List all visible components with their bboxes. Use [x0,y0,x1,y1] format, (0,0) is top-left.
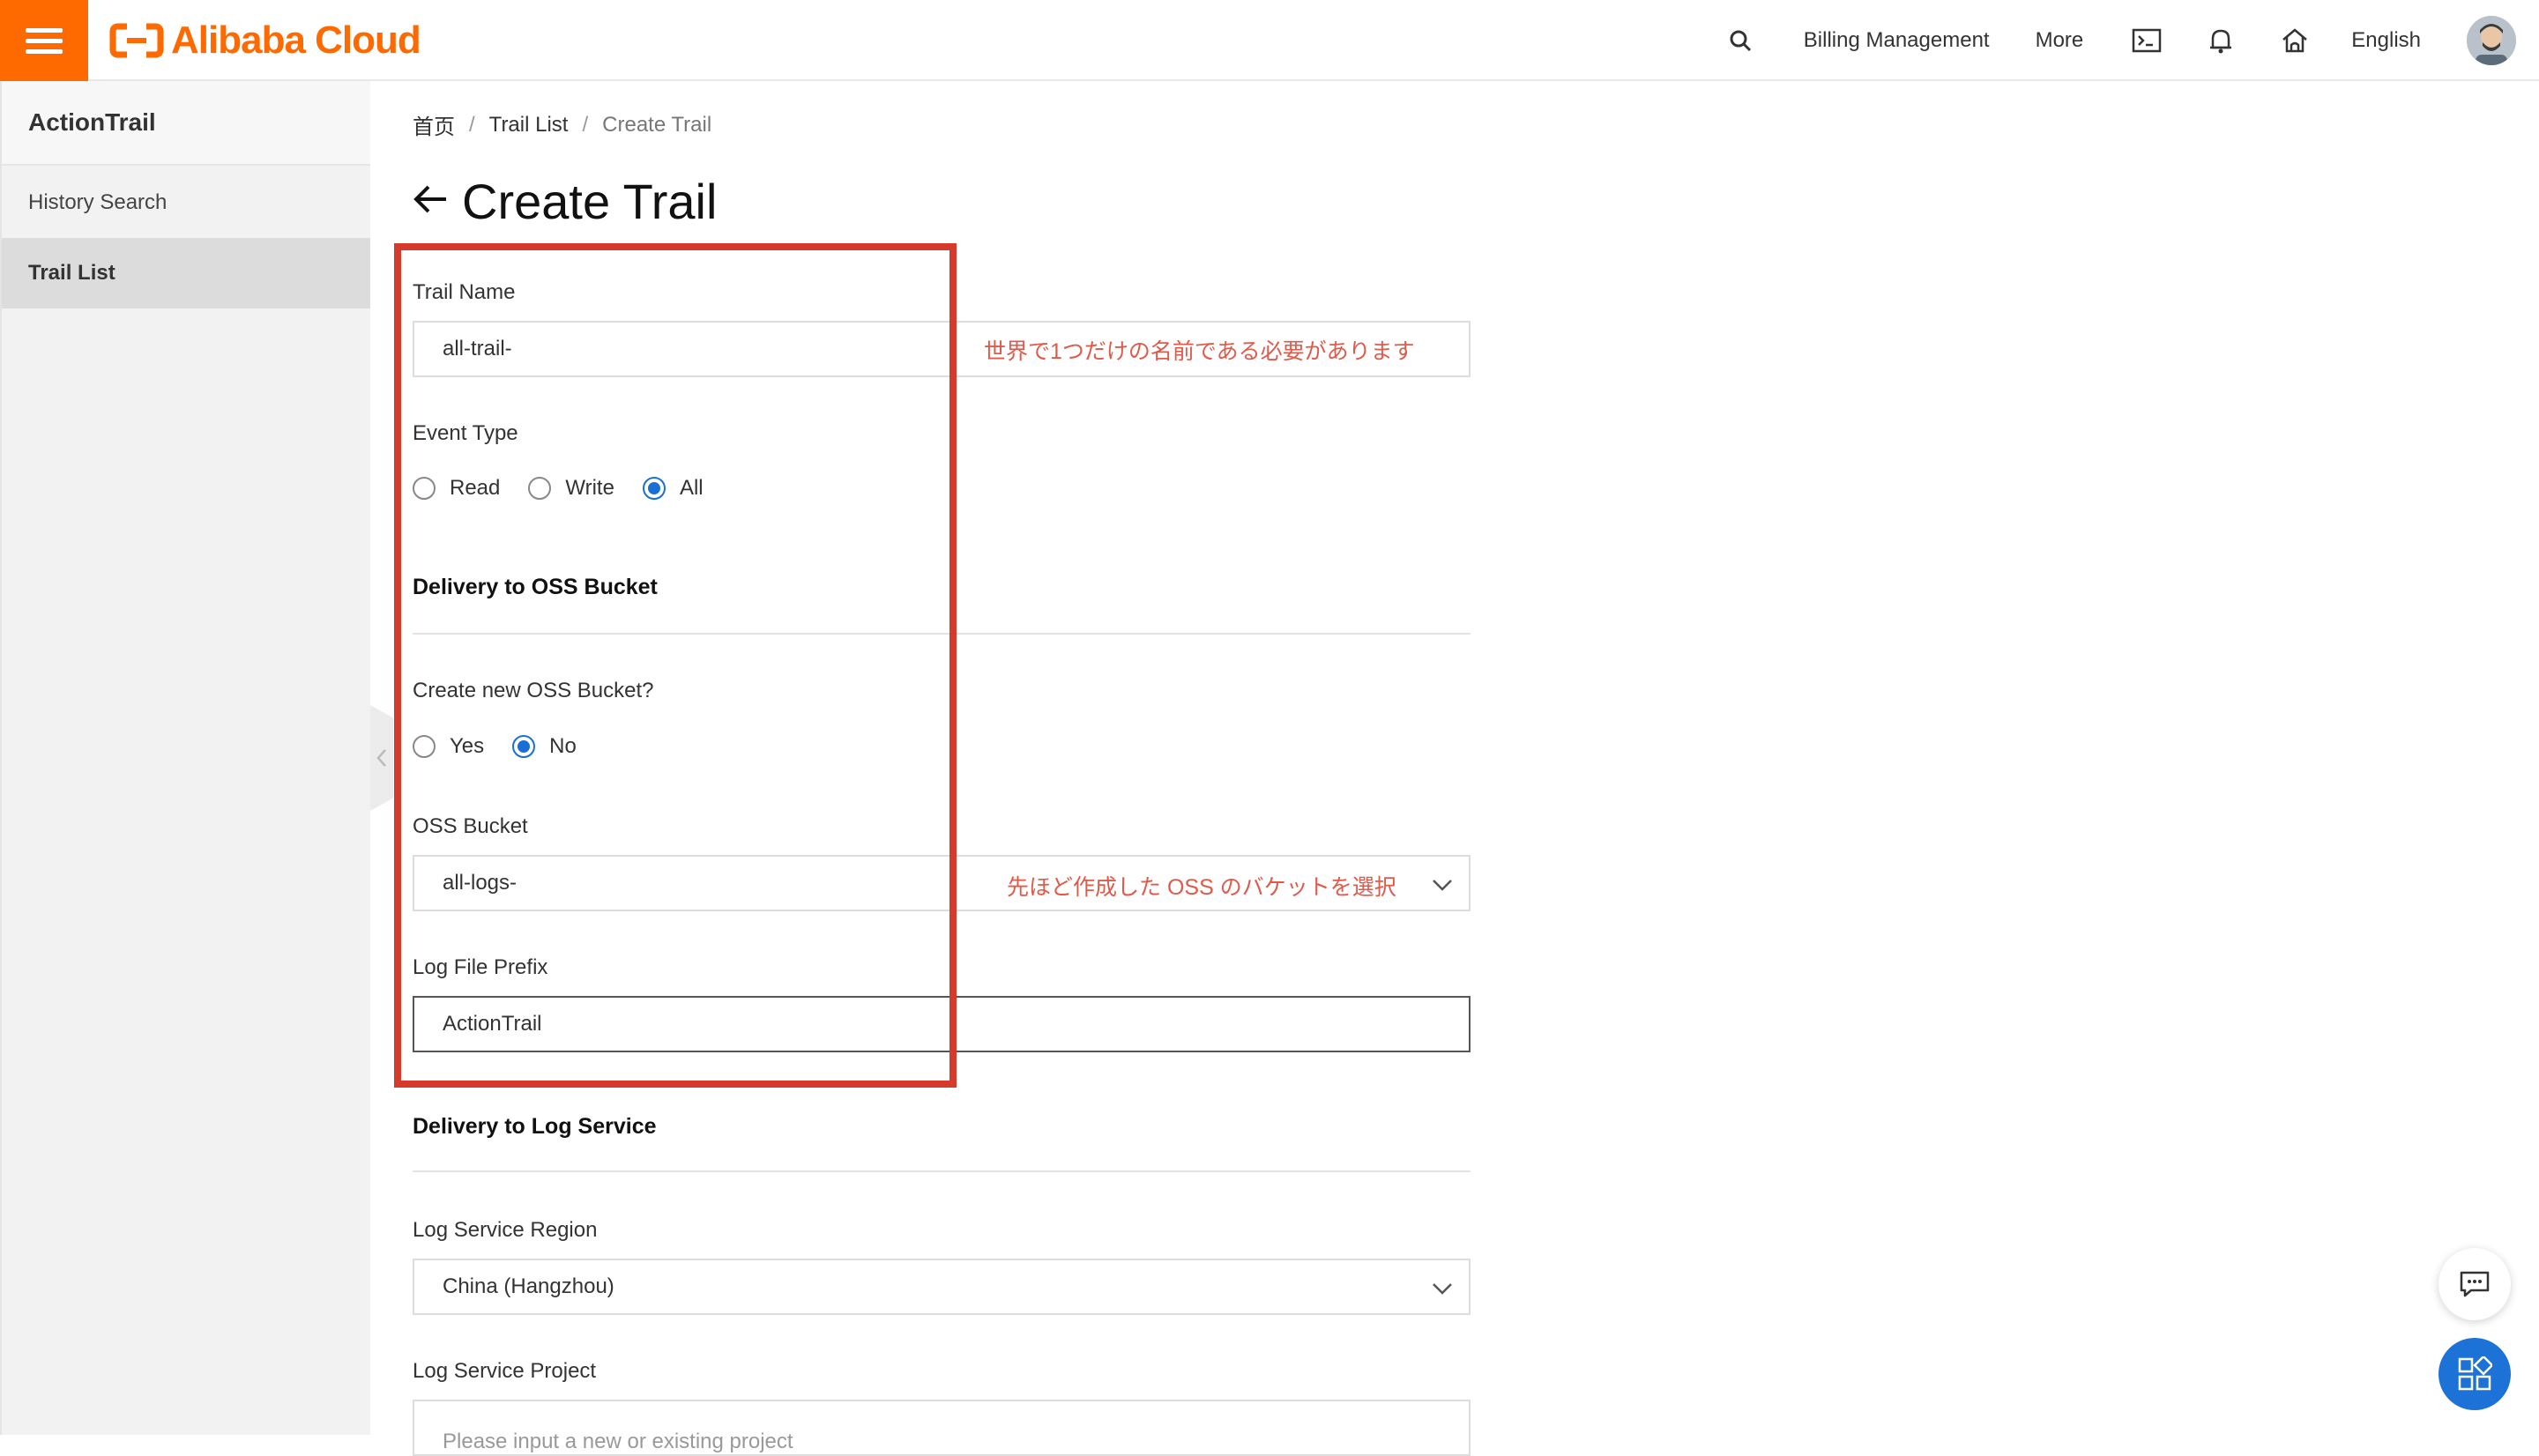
event-type-all-option[interactable]: All [642,476,704,501]
event-type-label: Event Type [413,421,518,445]
radio-write[interactable] [528,477,552,500]
breadcrumb-home[interactable]: 首页 [413,109,455,140]
log-prefix-input[interactable]: ActionTrail [413,996,1471,1052]
chevron-left-icon [376,749,386,767]
search-icon[interactable] [1723,23,1758,58]
event-type-write-option[interactable]: Write [528,476,614,501]
radio-all-label: All [679,476,704,500]
section-divider [413,1170,1471,1172]
sidebar-title: ActionTrail [2,81,370,166]
log-project-input[interactable]: Please input a new or existing project [413,1400,1471,1456]
create-bucket-yes-option[interactable]: Yes [413,734,484,759]
top-navigation-bar: Alibaba Cloud Billing Management More En… [0,0,2539,81]
home-icon[interactable] [2277,23,2312,58]
chat-icon [2460,1271,2490,1297]
user-avatar[interactable] [2467,16,2516,65]
radio-no[interactable] [512,735,536,758]
log-region-label: Log Service Region [413,1218,598,1242]
trail-name-annotation: 世界で1つだけの名前である必要があります [984,339,1415,364]
chat-feedback-button[interactable] [2438,1248,2511,1320]
log-prefix-value: ActionTrail [443,1012,542,1036]
create-bucket-no-option[interactable]: No [512,734,577,759]
back-arrow-icon[interactable] [411,182,450,221]
oss-bucket-label: OSS Bucket [413,814,528,838]
log-region-value: China (Hangzhou) [443,1274,614,1298]
breadcrumb: 首页 / Trail List / Create Trail [413,109,711,140]
menu-icon[interactable] [0,0,88,81]
sidebar-item-trail-list[interactable]: Trail List [2,238,370,308]
apps-button[interactable] [2438,1338,2511,1410]
billing-management-link[interactable]: Billing Management [1804,28,1990,53]
log-project-label: Log Service Project [413,1359,597,1383]
radio-read[interactable] [413,477,436,500]
logo-text: Alibaba Cloud [171,19,421,62]
bell-icon[interactable] [2203,23,2238,58]
sidebar: ActionTrail History Search Trail List [0,81,370,1435]
trail-name-label: Trail Name [413,280,516,304]
trail-name-value: all-trail- [443,337,512,360]
language-switcher[interactable]: English [2351,28,2421,53]
sidebar-item-history-search[interactable]: History Search [2,167,370,238]
section-divider [413,633,1471,635]
log-region-select[interactable]: China (Hangzhou) [413,1259,1471,1315]
radio-no-label: No [549,734,577,758]
log-project-placeholder: Please input a new or existing project [443,1430,793,1453]
chevron-down-icon [1433,880,1452,891]
chevron-down-icon [1433,1283,1452,1295]
oss-bucket-annotation: 先ほど作成した OSS のバケットを選択 [1007,875,1396,900]
sidebar-collapse-handle[interactable] [370,705,393,811]
radio-read-label: Read [450,476,501,500]
event-type-radio-group: Read Write All [413,476,732,501]
create-bucket-radio-group: Yes No [413,734,605,759]
page-header: Create Trail [411,173,717,230]
breadcrumb-separator: / [582,112,589,137]
logo-mark-icon [109,21,164,60]
alibaba-cloud-logo[interactable]: Alibaba Cloud [109,18,421,63]
radio-write-label: Write [565,476,614,500]
event-type-read-option[interactable]: Read [413,476,500,501]
breadcrumb-trail-list[interactable]: Trail List [489,113,569,137]
radio-yes-label: Yes [450,734,485,758]
oss-section-title: Delivery to OSS Bucket [413,575,658,599]
breadcrumb-current: Create Trail [602,112,712,137]
create-bucket-label: Create new OSS Bucket? [413,679,654,702]
radio-yes[interactable] [413,735,436,758]
oss-bucket-value: all-logs- [443,871,517,895]
terminal-icon[interactable] [2129,23,2164,58]
more-menu[interactable]: More [2036,28,2084,53]
page-title: Create Trail [462,174,718,229]
radio-all[interactable] [642,477,666,500]
log-prefix-label: Log File Prefix [413,955,548,979]
breadcrumb-separator: / [469,112,475,137]
log-section-title: Delivery to Log Service [413,1114,657,1139]
apps-grid-icon [2458,1356,2492,1391]
header-actions: Billing Management More English [1723,0,2539,81]
